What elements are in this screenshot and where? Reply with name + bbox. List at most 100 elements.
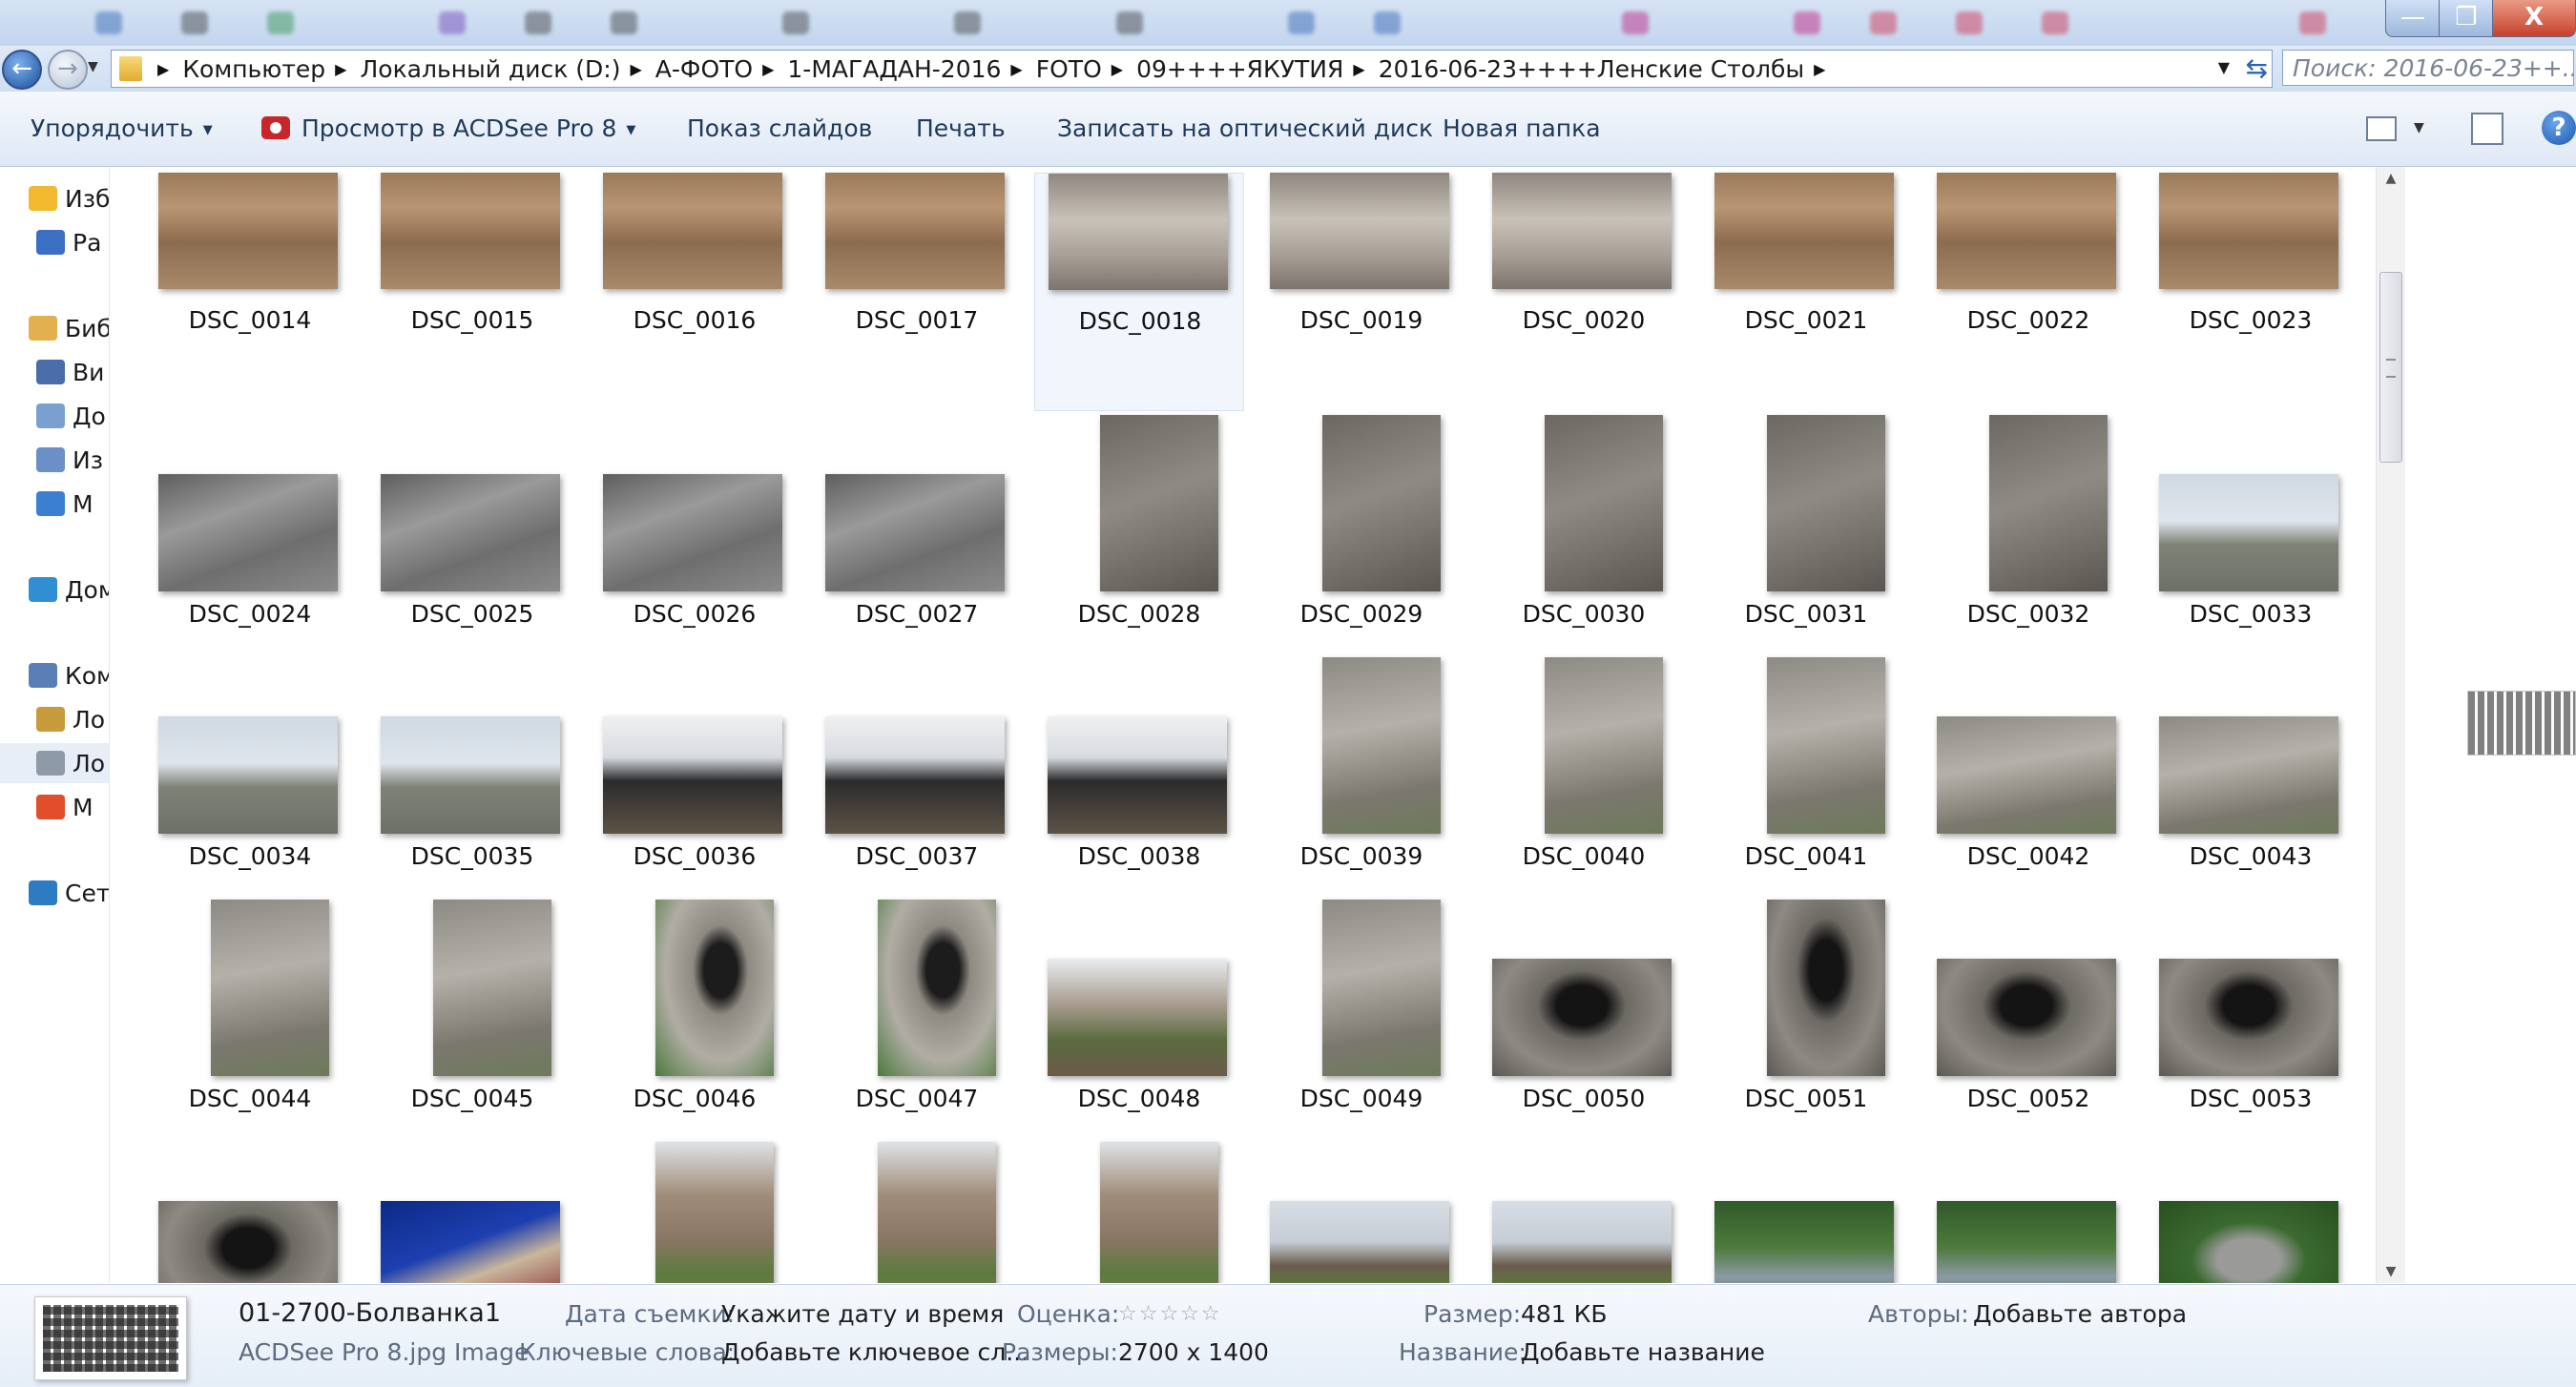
chevron-right-icon[interactable]: ▶ — [1010, 60, 1022, 78]
photo-thumbnail[interactable] — [878, 900, 996, 1076]
file-item[interactable]: DSC_0024 — [145, 415, 355, 653]
file-item[interactable]: DSC_0027 — [812, 415, 1022, 653]
photo-thumbnail[interactable] — [2159, 1201, 2338, 1283]
photo-thumbnail[interactable] — [1989, 415, 2108, 591]
nav-item[interactable]: Сет — [0, 873, 109, 913]
chevron-right-icon[interactable]: ▶ — [1814, 60, 1825, 78]
keywords-value[interactable]: Добавьте ключевое сл... — [721, 1338, 1028, 1366]
file-item[interactable]: DSC_0014 — [145, 173, 355, 411]
file-item[interactable]: DSC_0023 — [2146, 173, 2356, 411]
maximize-button[interactable]: ❐ — [2439, 0, 2494, 37]
photo-thumbnail[interactable] — [158, 474, 338, 591]
file-item[interactable] — [1257, 1142, 1466, 1283]
print-button[interactable]: Печать — [916, 92, 1006, 166]
file-item[interactable]: DSC_0016 — [590, 173, 800, 411]
scroll-down-icon[interactable]: ▼ — [2377, 1264, 2405, 1279]
photo-thumbnail[interactable] — [433, 900, 551, 1076]
photo-thumbnail[interactable] — [158, 1201, 338, 1283]
photo-thumbnail[interactable] — [1937, 959, 2116, 1076]
chevron-right-icon[interactable]: ▶ — [630, 60, 641, 78]
address-dropdown-icon[interactable]: ▼ — [2218, 58, 2230, 76]
rating-stars[interactable]: ☆☆☆☆☆ — [1118, 1302, 1222, 1326]
recent-pages-dropdown-icon[interactable]: ▼ — [88, 59, 98, 74]
nav-item[interactable]: М — [0, 787, 109, 827]
file-item[interactable] — [145, 1142, 355, 1283]
photo-thumbnail[interactable] — [603, 173, 782, 289]
file-item[interactable]: DSC_0031 — [1701, 415, 1911, 653]
file-item[interactable]: DSC_0021 — [1701, 173, 1911, 411]
help-icon[interactable]: ? — [2542, 111, 2576, 145]
photo-thumbnail[interactable] — [2159, 173, 2338, 289]
file-item[interactable]: DSC_0038 — [1034, 657, 1244, 896]
forward-button[interactable]: → — [48, 50, 88, 90]
view-in-acdsee-button[interactable]: Просмотр в ACDSee Pro 8 ▼ — [261, 92, 635, 166]
file-item[interactable] — [590, 1142, 800, 1283]
photo-thumbnail[interactable] — [1937, 1201, 2116, 1283]
photo-thumbnail[interactable] — [1100, 1142, 1218, 1283]
minimize-button[interactable]: — — [2385, 0, 2441, 37]
photo-thumbnail[interactable] — [1270, 173, 1449, 289]
date-taken-value[interactable]: Укажите дату и время — [721, 1300, 1004, 1328]
photo-thumbnail[interactable] — [1767, 900, 1885, 1076]
file-item[interactable]: DSC_0052 — [1923, 900, 2133, 1138]
photo-thumbnail[interactable] — [1714, 1201, 1894, 1283]
photo-thumbnail[interactable] — [825, 474, 1005, 591]
photo-thumbnail[interactable] — [1767, 415, 1885, 591]
photo-thumbnail[interactable] — [1714, 173, 1894, 289]
photo-thumbnail[interactable] — [1767, 657, 1885, 834]
file-item[interactable]: DSC_0033 — [2146, 415, 2356, 653]
nav-item[interactable]: М — [0, 484, 109, 524]
nav-item[interactable]: До — [0, 396, 109, 436]
title-value[interactable]: Добавьте название — [1521, 1338, 1765, 1366]
file-item[interactable] — [812, 1142, 1022, 1283]
photo-thumbnail[interactable] — [655, 900, 774, 1076]
photo-thumbnail[interactable] — [655, 1142, 774, 1283]
chevron-right-icon[interactable]: ▶ — [157, 60, 169, 78]
photo-thumbnail[interactable] — [1270, 1201, 1449, 1283]
photo-thumbnail[interactable] — [1545, 657, 1663, 834]
file-item[interactable]: DSC_0032 — [1923, 415, 2133, 653]
authors-value[interactable]: Добавьте автора — [1973, 1300, 2187, 1328]
file-item[interactable]: DSC_0037 — [812, 657, 1022, 896]
file-item[interactable]: DSC_0034 — [145, 657, 355, 896]
nav-item[interactable]: Ком — [0, 655, 109, 695]
photo-thumbnail[interactable] — [878, 1142, 996, 1283]
nav-item[interactable]: Ви — [0, 352, 109, 392]
photo-thumbnail[interactable] — [2159, 716, 2338, 834]
file-item[interactable]: DSC_0041 — [1701, 657, 1911, 896]
file-item[interactable] — [1479, 1142, 1689, 1283]
photo-thumbnail[interactable] — [381, 173, 560, 289]
refresh-icon[interactable]: ⇆ — [2246, 52, 2268, 84]
change-view-icon[interactable] — [2366, 116, 2397, 141]
photo-thumbnail[interactable] — [1049, 174, 1228, 290]
photo-thumbnail[interactable] — [1048, 959, 1227, 1076]
new-folder-button[interactable]: Новая папка — [1443, 92, 1601, 166]
burn-disc-button[interactable]: Записать на оптический диск — [1057, 92, 1433, 166]
breadcrumb-item[interactable]: А-ФОТО ▶ — [655, 55, 788, 83]
file-item[interactable]: DSC_0026 — [590, 415, 800, 653]
photo-thumbnail[interactable] — [1545, 415, 1663, 591]
photo-thumbnail[interactable] — [1492, 173, 1672, 289]
file-item[interactable] — [367, 1142, 577, 1283]
back-button[interactable]: ← — [2, 50, 42, 90]
scroll-up-icon[interactable]: ▲ — [2377, 171, 2405, 186]
breadcrumb-item[interactable]: 2016-06-23++++Ленские Столбы ▶ — [1379, 55, 1839, 83]
file-item[interactable]: DSC_0045 — [367, 900, 577, 1138]
photo-thumbnail[interactable] — [1322, 657, 1441, 834]
chevron-right-icon[interactable]: ▶ — [1353, 60, 1364, 78]
file-item[interactable]: DSC_0050 — [1479, 900, 1689, 1138]
close-button[interactable]: X — [2492, 0, 2576, 37]
photo-thumbnail[interactable] — [381, 716, 560, 834]
file-item[interactable]: DSC_0040 — [1479, 657, 1689, 896]
photo-thumbnail[interactable] — [1100, 415, 1218, 591]
breadcrumb-separator[interactable]: ▶ — [148, 60, 182, 78]
photo-thumbnail[interactable] — [603, 474, 782, 591]
photo-thumbnail[interactable] — [1048, 716, 1227, 834]
file-item[interactable]: DSC_0043 — [2146, 657, 2356, 896]
photo-thumbnail[interactable] — [211, 900, 329, 1076]
chevron-right-icon[interactable]: ▶ — [762, 60, 774, 78]
nav-item[interactable]: Дом — [0, 569, 109, 610]
file-item[interactable]: DSC_0025 — [367, 415, 577, 653]
photo-thumbnail[interactable] — [1322, 415, 1441, 591]
nav-item[interactable]: Ра — [0, 222, 109, 262]
